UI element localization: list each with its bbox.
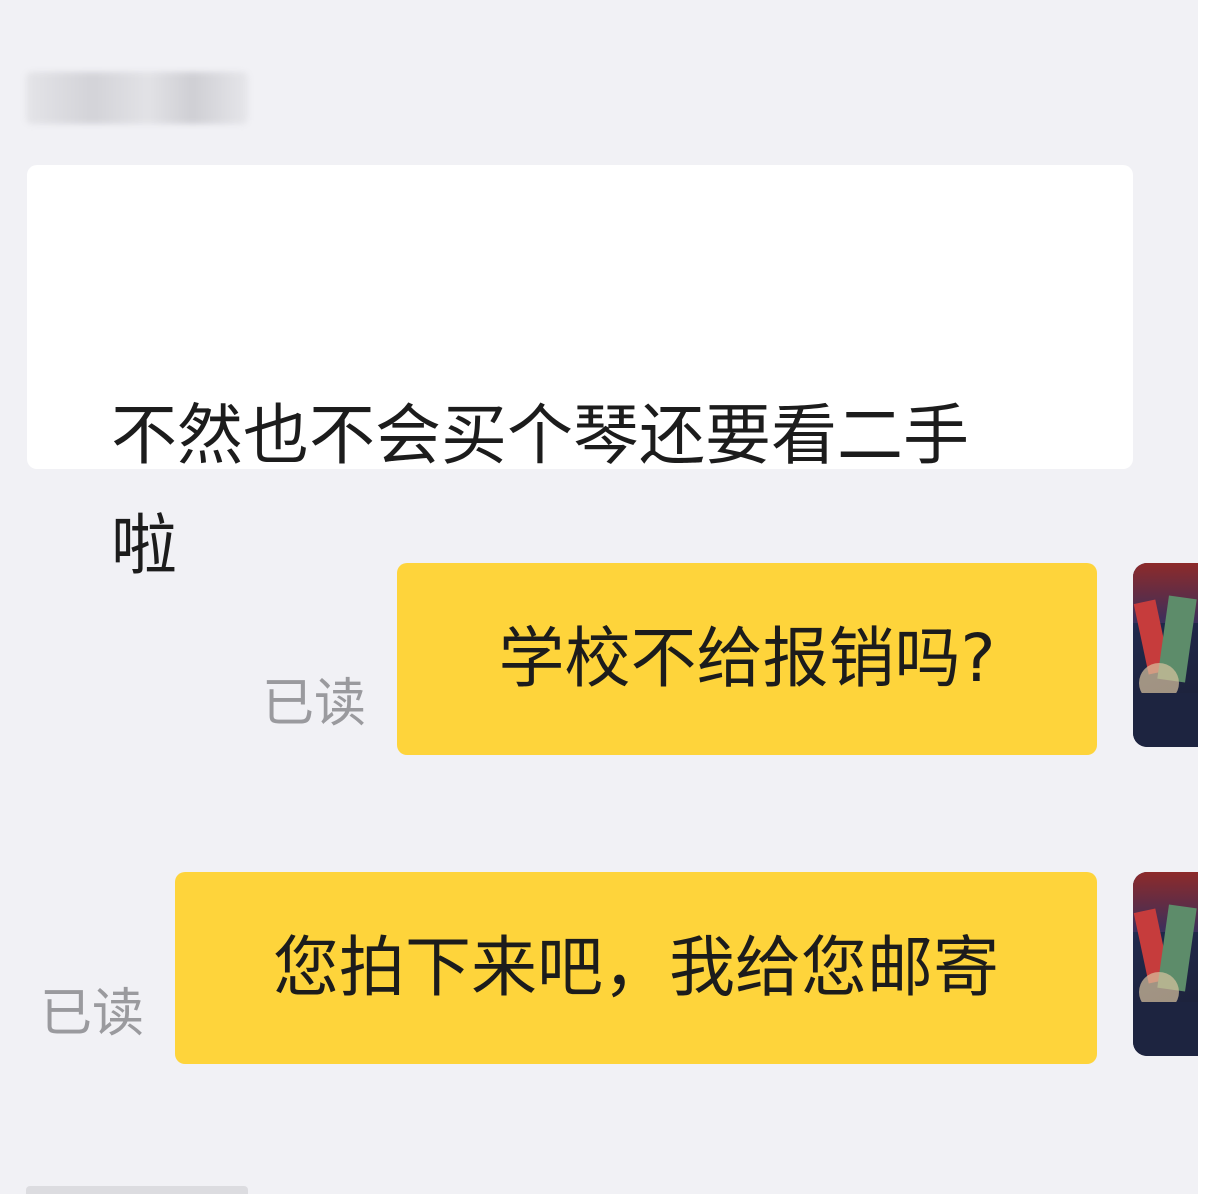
next-message-edge — [26, 1186, 248, 1194]
outgoing-message-text: 学校不给报销吗? — [498, 620, 996, 698]
incoming-message-bubble[interactable]: 不然也不会买个琴还要看二手 啦 — [27, 165, 1133, 584]
user-avatar[interactable] — [1133, 872, 1198, 1056]
read-receipt: 已读 — [40, 984, 145, 1044]
outgoing-message-text: 您拍下来吧，我给您邮寄 — [273, 929, 999, 1007]
user-avatar[interactable] — [1133, 563, 1198, 747]
read-receipt: 已读 — [262, 674, 367, 734]
outgoing-message-bubble[interactable]: 学校不给报销吗? — [397, 563, 1097, 755]
message-line: 不然也不会买个琴还要看二手 — [111, 397, 969, 474]
blurred-contact-name — [26, 72, 248, 124]
screen-edge — [1198, 0, 1214, 1194]
outgoing-message-bubble[interactable]: 您拍下来吧，我给您邮寄 — [175, 872, 1097, 1064]
